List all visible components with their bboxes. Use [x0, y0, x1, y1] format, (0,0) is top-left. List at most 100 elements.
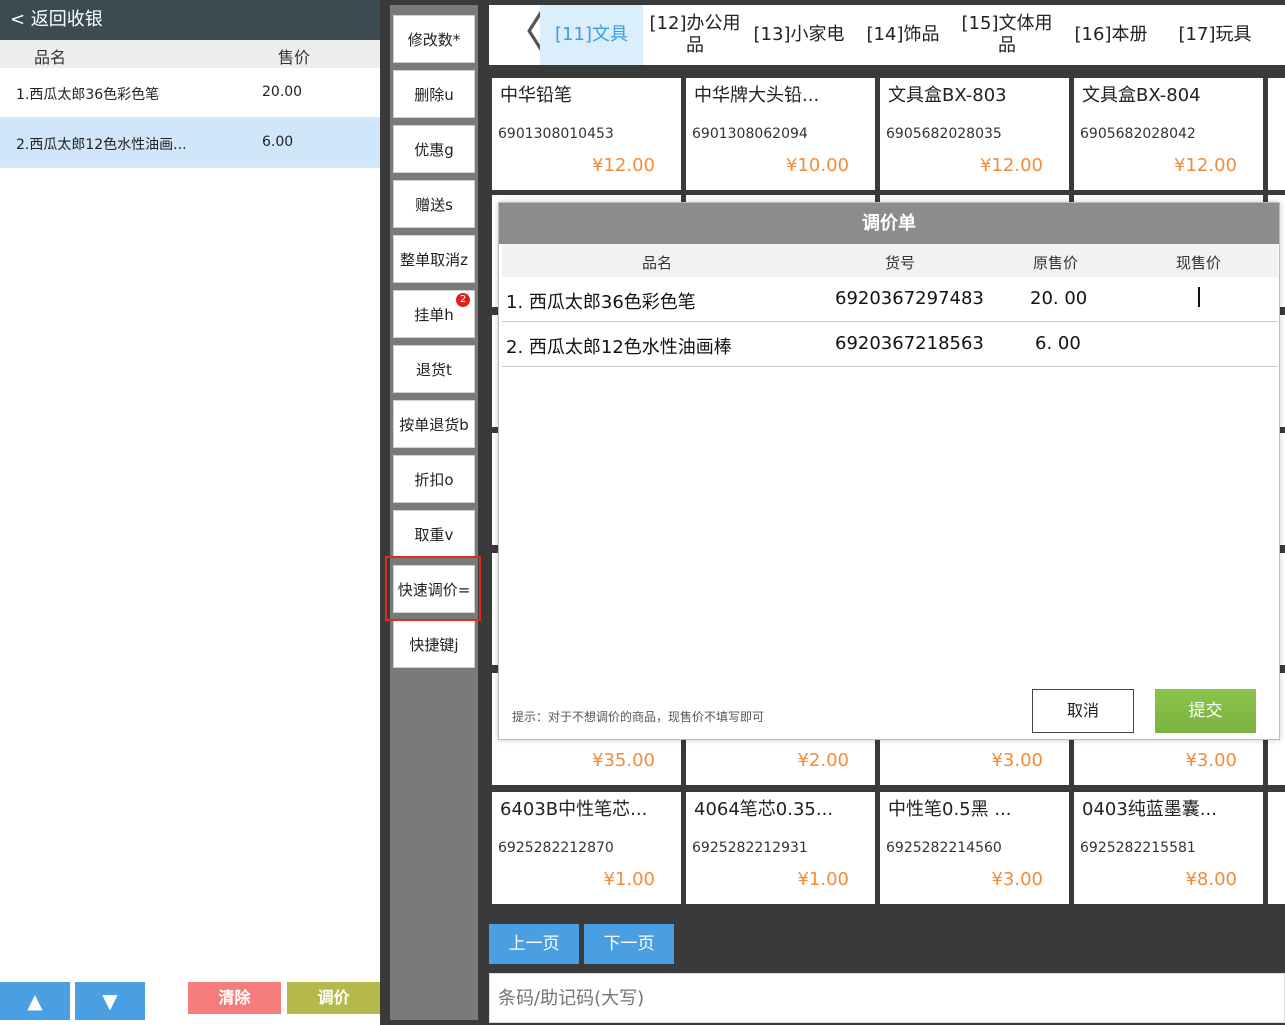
cancel-button[interactable]: 取消 — [1032, 689, 1134, 733]
tab-accessories[interactable]: [14]饰品 — [861, 5, 945, 65]
shortcut-keys-button[interactable]: 快捷键j — [393, 620, 475, 668]
product-price: ¥10.00 — [786, 155, 849, 176]
product-code: 6901308062094 — [692, 126, 808, 142]
new-price-input[interactable] — [1157, 283, 1267, 315]
product-card[interactable]: 0403纯蓝墨囊... 6925282215581 ¥8.00 — [1074, 792, 1263, 904]
tab-sports[interactable]: [15]文体用品 — [957, 5, 1057, 65]
product-code: 6925282215581 — [1080, 840, 1196, 856]
back-to-checkout-button[interactable]: < 返回收银 — [0, 0, 380, 40]
product-name: 中华牌大头铅... — [694, 85, 820, 106]
price-adjust-dialog: 调价单 品名 货号 原售价 现售价 1. 西瓜太郎36色彩色笔 69203672… — [498, 202, 1280, 740]
cart-panel: < 返回收银 品名 售价 1.西瓜太郎36色彩色笔 20.00 2.西瓜太郎12… — [0, 0, 380, 1025]
tab-toys[interactable]: [17]玩具 — [1173, 5, 1257, 65]
tab-office[interactable]: [12]办公用品 — [647, 5, 743, 65]
cancel-order-button[interactable]: 整单取消z — [393, 235, 475, 283]
product-price: ¥1.00 — [797, 869, 849, 890]
tab-appliance[interactable]: [13]小家电 — [749, 5, 849, 65]
product-price: ¥8.00 — [1185, 869, 1237, 890]
text-caret — [1198, 287, 1200, 307]
tab-notebooks[interactable]: [16]本册 — [1069, 5, 1153, 65]
product-price: ¥2.00 — [797, 750, 849, 771]
cart-row[interactable]: 1.西瓜太郎36色彩色笔 20.00 — [0, 68, 380, 118]
dialog-title: 调价单 — [499, 203, 1279, 244]
cart-item-price: 6.00 — [262, 134, 294, 150]
row-name: 2. 西瓜太郎12色水性油画棒 — [506, 337, 732, 358]
product-code: 6901308010453 — [498, 126, 614, 142]
highlight-box — [385, 556, 481, 621]
get-weight-button[interactable]: 取重v — [393, 510, 475, 558]
product-name: 0403纯蓝墨囊... — [1082, 799, 1217, 820]
next-page-button[interactable]: 下一页 — [584, 924, 674, 964]
product-card[interactable]: 中华牌大头铅... 6901308062094 ¥10.00 — [686, 78, 875, 190]
product-code: 6905682028035 — [886, 126, 1002, 142]
category-tabs: 〈 [11]文具 [12]办公用品 [13]小家电 [14]饰品 [15]文体用… — [489, 5, 1285, 65]
cart-item-price: 20.00 — [262, 84, 303, 100]
product-card[interactable]: 4064笔芯0.35... 6925282212931 ¥1.00 — [686, 792, 875, 904]
modify-qty-button[interactable]: 修改数* — [393, 15, 475, 63]
cart-col-name: 品名 — [34, 48, 67, 67]
product-name: 6403B中性笔芯... — [500, 799, 648, 820]
product-name: 中华铅笔 — [500, 85, 572, 106]
cart-item-name: 2.西瓜太郎12色水性油画... — [16, 137, 187, 153]
dialog-hint: 提示：对于不想调价的商品，现售价不填写即可 — [512, 710, 765, 724]
dialog-col-new: 现售价 — [1176, 254, 1222, 272]
new-price-input[interactable] — [1157, 328, 1267, 360]
discount-offer-button[interactable]: 优惠g — [393, 125, 475, 173]
product-price: ¥12.00 — [980, 155, 1043, 176]
product-card[interactable]: 文具盒BX-803 6905682028035 ¥12.00 — [880, 78, 1069, 190]
product-code: 6925282212931 — [692, 840, 808, 856]
row-orig-price: 6. 00 — [1035, 333, 1081, 354]
tab-stationery[interactable]: [11]文具 — [540, 5, 643, 65]
cart-col-price: 售价 — [278, 48, 311, 67]
cart-item-name: 1.西瓜太郎36色彩色笔 — [16, 87, 160, 103]
product-name: 4064笔芯0.35... — [694, 799, 834, 820]
submit-button[interactable]: 提交 — [1155, 689, 1256, 733]
product-price: ¥3.00 — [991, 869, 1043, 890]
row-code: 6920367297483 — [835, 288, 984, 309]
product-price: ¥3.00 — [991, 750, 1043, 771]
return-button[interactable]: 退货t — [393, 345, 475, 393]
product-card[interactable]: 中性笔0.5黑 ... 6925282214560 ¥3.00 — [880, 792, 1069, 904]
clear-button[interactable]: 清除 — [188, 982, 281, 1014]
product-code: 6925282214560 — [886, 840, 1002, 856]
prev-page-button[interactable]: 上一页 — [489, 924, 579, 964]
barcode-input[interactable] — [489, 973, 1285, 1023]
table-row: 2. 西瓜太郎12色水性油画棒 6920367218563 6. 00 — [502, 322, 1278, 367]
product-code: 6905682028042 — [1080, 126, 1196, 142]
tab-prev-icon[interactable]: 〈 — [499, 7, 547, 63]
gift-button[interactable]: 赠送s — [393, 180, 475, 228]
dialog-col-name: 品名 — [642, 254, 673, 272]
product-name: 文具盒BX-804 — [1082, 85, 1201, 106]
row-orig-price: 20. 00 — [1030, 288, 1088, 309]
delete-button[interactable]: 删除u — [393, 70, 475, 118]
cart-header: 品名 售价 — [0, 40, 380, 68]
dialog-col-code: 货号 — [885, 254, 916, 272]
product-price: ¥3.00 — [1185, 750, 1237, 771]
row-code: 6920367218563 — [835, 333, 984, 354]
cart-actions: ▲ ▼ 清除 调价 — [0, 982, 380, 1020]
product-name: 中性笔0.5黑 ... — [888, 799, 1012, 820]
product-price: ¥1.00 — [603, 869, 655, 890]
discount-button[interactable]: 折扣o — [393, 455, 475, 503]
product-price: ¥12.00 — [1174, 155, 1237, 176]
product-card[interactable] — [1268, 78, 1285, 190]
product-card[interactable]: 中华铅笔 6901308010453 ¥12.00 — [492, 78, 681, 190]
product-code: 6925282212870 — [498, 840, 614, 856]
dialog-col-orig: 原售价 — [1033, 254, 1079, 272]
return-by-order-button[interactable]: 按单退货b — [393, 400, 475, 448]
cart-row[interactable]: 2.西瓜太郎12色水性油画... 6.00 — [0, 118, 380, 168]
function-column: 修改数* 删除u 优惠g 赠送s 整单取消z 挂单h 2 退货t 按单退货b 折… — [390, 5, 478, 1020]
product-card[interactable] — [1268, 792, 1285, 904]
product-price: ¥35.00 — [592, 750, 655, 771]
product-price: ¥12.00 — [592, 155, 655, 176]
adjust-price-button[interactable]: 调价 — [287, 982, 380, 1014]
hold-count-badge: 2 — [456, 293, 470, 307]
table-row: 1. 西瓜太郎36色彩色笔 6920367297483 20. 00 — [502, 277, 1278, 322]
product-card[interactable]: 6403B中性笔芯... 6925282212870 ¥1.00 — [492, 792, 681, 904]
hold-order-label: 挂单h — [414, 306, 454, 324]
scroll-down-button[interactable]: ▼ — [75, 982, 145, 1020]
row-name: 1. 西瓜太郎36色彩色笔 — [506, 292, 696, 313]
scroll-up-button[interactable]: ▲ — [0, 982, 70, 1020]
hold-order-button[interactable]: 挂单h 2 — [393, 290, 475, 338]
product-card[interactable]: 文具盒BX-804 6905682028042 ¥12.00 — [1074, 78, 1263, 190]
